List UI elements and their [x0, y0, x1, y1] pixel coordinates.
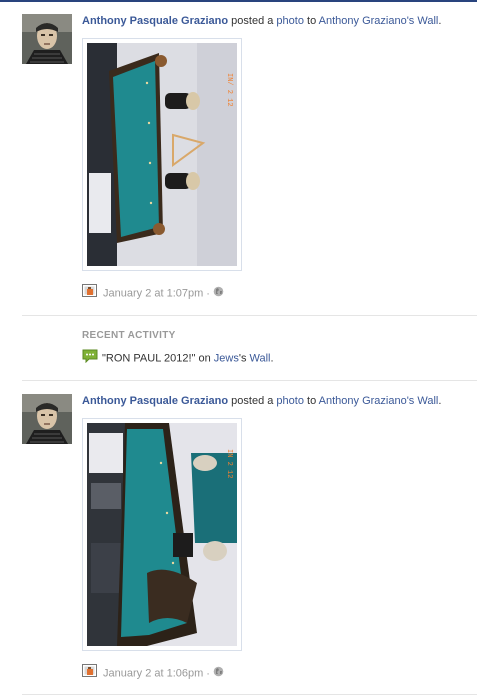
activity-quote: "RON PAUL 2012!" — [102, 352, 196, 365]
feed-story-2: Anthony Pasquale Graziano posted a photo… — [0, 394, 477, 694]
recent-activity-heading: RECENT ACTIVITY — [82, 330, 176, 341]
activity-period: . — [270, 352, 274, 365]
story-divider — [22, 380, 477, 381]
photo-date-stamp: IN/ 2 12 — [225, 73, 233, 107]
feed-story-1: Anthony Pasquale Graziano posted a photo… — [0, 14, 477, 304]
story-divider — [22, 694, 477, 695]
top-border — [0, 0, 477, 2]
wall-target-link[interactable]: Anthony Graziano's Wall — [319, 15, 439, 27]
story-prep: to — [307, 15, 317, 27]
profile-avatar[interactable] — [22, 394, 72, 444]
activity-on: on — [198, 352, 211, 365]
meta-separator: · — [206, 287, 210, 300]
story-meta: January 2 at 1:06pm · — [82, 664, 224, 680]
activity-possessive: 's — [238, 352, 247, 365]
actor-name-link[interactable]: Anthony Pasquale Graziano — [82, 395, 228, 407]
photo-post-icon — [82, 284, 98, 303]
photo-link[interactable]: photo — [276, 395, 304, 407]
globe-icon[interactable] — [213, 286, 224, 302]
photo-date-stamp: IN 2 12 — [225, 449, 233, 478]
comment-icon — [82, 349, 98, 368]
story-period: . — [438, 15, 442, 27]
story-headline: Anthony Pasquale Graziano posted a photo… — [82, 394, 472, 408]
photo-post-icon — [82, 664, 98, 683]
recent-activity-item: "RON PAUL 2012!" on Jews's Wall. — [82, 349, 274, 368]
actor-name-link[interactable]: Anthony Pasquale Graziano — [82, 15, 228, 27]
story-headline: Anthony Pasquale Graziano posted a photo… — [82, 14, 472, 28]
timestamp-link[interactable]: January 2 at 1:07pm — [103, 288, 203, 300]
story-prep: to — [307, 395, 317, 407]
meta-separator: · — [206, 667, 210, 680]
photo-link[interactable]: photo — [276, 15, 304, 27]
story-verb: posted a — [231, 15, 274, 27]
wall-target-link[interactable]: Anthony Graziano's Wall — [319, 395, 439, 407]
story-divider — [22, 315, 477, 316]
profile-avatar[interactable] — [22, 14, 72, 64]
activity-wall-link[interactable]: Wall — [250, 352, 271, 364]
activity-target-link[interactable]: Jews — [214, 352, 239, 364]
story-photo[interactable]: IN 2 12 — [82, 418, 242, 651]
timestamp-link[interactable]: January 2 at 1:06pm — [103, 668, 203, 680]
story-verb: posted a — [231, 395, 274, 407]
story-photo[interactable]: IN/ 2 12 — [82, 38, 242, 271]
globe-icon[interactable] — [213, 666, 224, 682]
story-period: . — [438, 395, 442, 407]
story-meta: January 2 at 1:07pm · — [82, 284, 224, 300]
